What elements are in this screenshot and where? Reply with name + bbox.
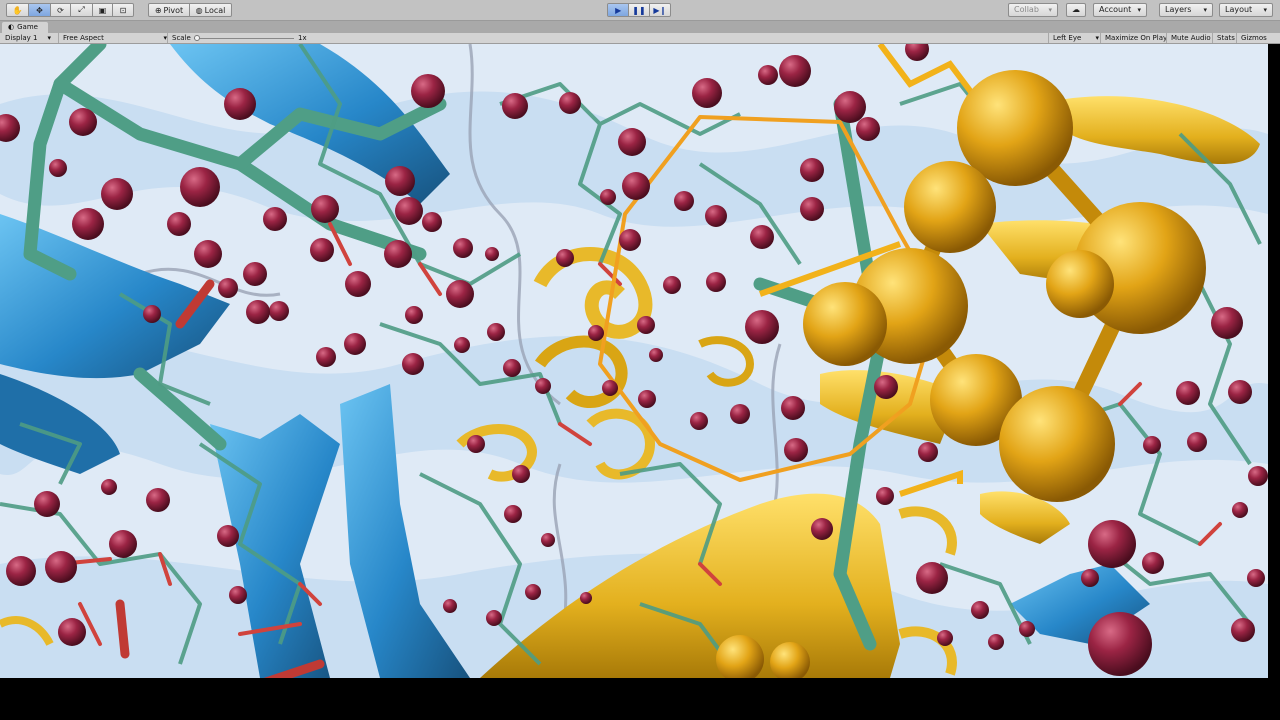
step-button[interactable]: ▶❙ bbox=[649, 4, 670, 16]
globe-icon: ◍ bbox=[195, 5, 203, 15]
cloud-button[interactable]: ☁ bbox=[1066, 3, 1086, 17]
scale-value: 1x bbox=[298, 34, 307, 42]
molecule-render bbox=[0, 44, 1268, 678]
step-icon: ▶❙ bbox=[653, 5, 667, 15]
account-dropdown[interactable]: Account bbox=[1093, 3, 1147, 17]
display-dropdown[interactable]: Display 1 bbox=[2, 33, 54, 43]
pivot-icon: ⊕ bbox=[154, 5, 162, 15]
mute-audio-toggle[interactable]: Mute Audio bbox=[1166, 33, 1215, 43]
pause-icon: ❚❚ bbox=[632, 5, 646, 15]
game-viewport[interactable] bbox=[0, 44, 1268, 678]
move-icon: ✥ bbox=[36, 5, 43, 15]
rect-icon: ▣ bbox=[98, 5, 107, 15]
rect-tool-button[interactable]: ▣ bbox=[93, 4, 113, 16]
scale-icon: ⤢ bbox=[78, 5, 85, 14]
play-controls: ▶ ❚❚ ▶❙ bbox=[607, 3, 671, 17]
tab-game[interactable]: ◐ Game bbox=[2, 22, 48, 33]
scale-slider-track[interactable] bbox=[194, 38, 294, 39]
aspect-dropdown[interactable]: Free Aspect bbox=[58, 33, 167, 43]
pivot-group: ⊕ Pivot ◍ Local bbox=[148, 3, 232, 17]
gizmos-dropdown[interactable]: Gizmos bbox=[1236, 33, 1280, 43]
collab-dropdown[interactable]: Collab bbox=[1008, 3, 1058, 17]
local-button[interactable]: ◍ Local bbox=[190, 4, 231, 16]
pause-button[interactable]: ❚❚ bbox=[629, 4, 650, 16]
play-icon: ▶ bbox=[615, 5, 622, 15]
transform-tools: ✋ ✥ ⟳ ⤢ ▣ ⊡ bbox=[6, 3, 134, 17]
right-edge bbox=[1268, 44, 1280, 678]
maximize-on-play-toggle[interactable]: Maximize On Play bbox=[1100, 33, 1169, 43]
cloud-icon: ☁ bbox=[1072, 5, 1080, 14]
hand-tool-button[interactable]: ✋ bbox=[7, 4, 29, 16]
bottom-letterbox bbox=[0, 678, 1280, 720]
game-icon: ◐ bbox=[8, 23, 15, 31]
scale-label: Scale bbox=[167, 33, 196, 43]
transform-icon: ⊡ bbox=[119, 5, 127, 15]
pivot-button[interactable]: ⊕ Pivot bbox=[149, 4, 191, 16]
play-button[interactable]: ▶ bbox=[608, 4, 630, 16]
scale-tool-button[interactable]: ⤢ bbox=[71, 4, 93, 16]
eye-dropdown[interactable]: Left Eye bbox=[1048, 33, 1104, 43]
scale-slider-handle[interactable] bbox=[194, 35, 200, 41]
stats-toggle[interactable]: Stats bbox=[1212, 33, 1239, 43]
transform-tool-button[interactable]: ⊡ bbox=[113, 4, 133, 16]
hand-icon: ✋ bbox=[12, 5, 23, 15]
rotate-tool-button[interactable]: ⟳ bbox=[51, 4, 71, 16]
game-view-bar: Display 1 Free Aspect Scale 1x Left Eye … bbox=[0, 33, 1280, 44]
collab-label: Collab bbox=[1014, 5, 1039, 14]
main-toolbar: ✋ ✥ ⟳ ⤢ ▣ ⊡ ⊕ Pivot ◍ Local ▶ ❚❚ ▶❙ Collab… bbox=[0, 0, 1280, 21]
tab-row: ◐ Game bbox=[0, 21, 1280, 33]
rotate-icon: ⟳ bbox=[57, 5, 64, 15]
move-tool-button[interactable]: ✥ bbox=[29, 4, 51, 16]
layout-dropdown[interactable]: Layout bbox=[1219, 3, 1273, 17]
layers-dropdown[interactable]: Layers bbox=[1159, 3, 1213, 17]
